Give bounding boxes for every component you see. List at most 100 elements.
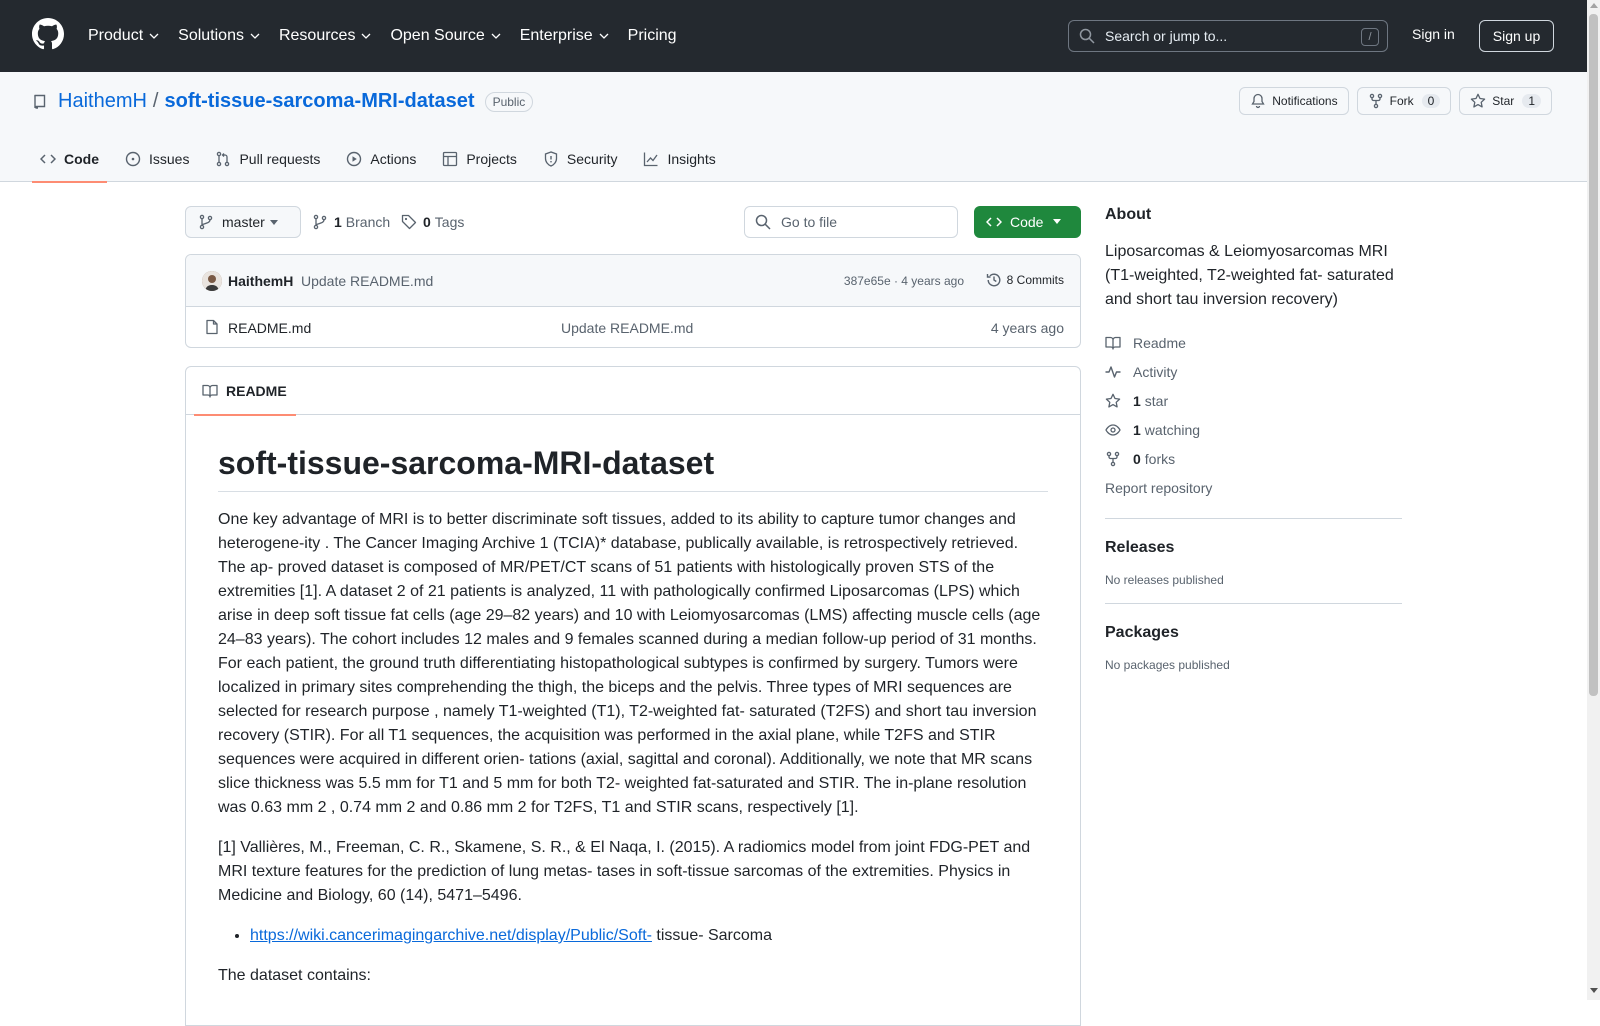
- stars-link[interactable]: 1 star: [1105, 386, 1402, 415]
- tab-label: Code: [64, 151, 99, 167]
- file-commit-message-link[interactable]: Update README.md: [561, 320, 693, 336]
- readme-link-list: https://wiki.cancerimagingarchive.net/di…: [250, 924, 1048, 948]
- tag-count: 0: [423, 214, 431, 230]
- forks-link[interactable]: 0 forks: [1105, 444, 1402, 473]
- search-icon: [1079, 28, 1095, 44]
- tags-link[interactable]: 0 Tags: [401, 214, 464, 230]
- tab-security[interactable]: Security: [535, 136, 626, 182]
- branches-link[interactable]: 1 Branch: [312, 214, 390, 230]
- chevron-down-icon: [361, 33, 371, 39]
- fork-icon: [1106, 451, 1120, 466]
- forks-count: 0: [1133, 450, 1141, 467]
- fork-icon: [1369, 93, 1382, 109]
- search-icon: [755, 214, 771, 230]
- repo-name-link[interactable]: soft-tissue-sarcoma-MRI-dataset: [164, 90, 474, 113]
- notifications-label: Notifications: [1272, 94, 1338, 108]
- repo-path-separator: /: [152, 90, 159, 112]
- readme-link-label: Readme: [1133, 334, 1186, 351]
- watching-count: 1: [1133, 421, 1141, 438]
- commits-history-link[interactable]: 8 Commits: [986, 272, 1064, 288]
- link-suffix: tissue- Sarcoma: [651, 927, 773, 944]
- file-list: HaithemH Update README.md 387e65e · 4 ye…: [185, 254, 1081, 348]
- global-header: Product Solutions Resources Open Source …: [0, 0, 1587, 72]
- code-button-label: Code: [1010, 214, 1044, 230]
- star-button[interactable]: Star 1: [1459, 87, 1552, 115]
- notifications-button[interactable]: Notifications: [1239, 87, 1349, 115]
- shield-icon: [544, 151, 558, 167]
- readme-body: soft-tissue-sarcoma-MRI-dataset One key …: [186, 415, 1080, 988]
- pull-request-icon: [217, 151, 230, 167]
- tab-projects[interactable]: Projects: [434, 136, 525, 182]
- branch-name: master: [222, 214, 265, 230]
- readme-panel: README soft-tissue-sarcoma-MRI-dataset O…: [185, 366, 1081, 1026]
- tab-code[interactable]: Code: [32, 136, 107, 183]
- search-shortcut-key: /: [1361, 28, 1379, 46]
- chevron-down-icon: [149, 33, 159, 39]
- table-row: README.md Update README.md 4 years ago: [186, 307, 1080, 348]
- scroll-up-arrow-icon[interactable]: [1590, 3, 1598, 8]
- pulse-icon: [1105, 365, 1121, 378]
- readme-paragraph: One key advantage of MRI is to better di…: [218, 511, 1041, 816]
- tab-insights[interactable]: Insights: [635, 136, 723, 182]
- nav-label: Open Source: [390, 27, 485, 44]
- tab-issues[interactable]: Issues: [117, 136, 197, 182]
- readme-tabbar: README: [186, 367, 1080, 416]
- search-placeholder: Search or jump to...: [1105, 28, 1228, 44]
- star-icon: [1105, 393, 1121, 408]
- nav-solutions[interactable]: Solutions: [178, 27, 260, 45]
- top-nav: Product Solutions Resources Open Source …: [88, 0, 696, 72]
- nav-label: Pricing: [627, 27, 677, 44]
- nav-enterprise[interactable]: Enterprise: [520, 27, 609, 45]
- repo-owner-link[interactable]: HaithemH: [58, 90, 147, 113]
- activity-link[interactable]: Activity: [1105, 357, 1402, 386]
- avatar[interactable]: [202, 271, 222, 291]
- nav-label: Resources: [278, 27, 356, 44]
- code-dropdown-button[interactable]: Code: [974, 206, 1081, 238]
- nav-product[interactable]: Product: [88, 27, 159, 45]
- tag-label: Tags: [434, 214, 465, 230]
- chevron-down-icon: [491, 33, 501, 39]
- forks-label: forks: [1144, 450, 1176, 467]
- sign-in-link[interactable]: Sign in: [1412, 26, 1455, 42]
- nav-pricing[interactable]: Pricing: [628, 27, 677, 45]
- commit-message-link[interactable]: Update README.md: [301, 273, 433, 289]
- nav-open-source[interactable]: Open Source: [390, 27, 501, 45]
- code-icon: [986, 217, 1002, 227]
- commit-author-link[interactable]: HaithemH: [228, 273, 293, 289]
- commits-count: 8 Commits: [1006, 273, 1064, 287]
- readme-tab[interactable]: README: [194, 367, 296, 416]
- branch-icon: [313, 214, 327, 230]
- divider: [1105, 603, 1402, 604]
- packages-heading[interactable]: Packages: [1105, 624, 1402, 642]
- readme-link[interactable]: Readme: [1105, 328, 1402, 357]
- report-repository-link[interactable]: Report repository: [1105, 473, 1402, 502]
- fork-button[interactable]: Fork 0: [1356, 87, 1452, 115]
- branch-selector-button[interactable]: master: [185, 206, 301, 238]
- sign-up-button[interactable]: Sign up: [1479, 20, 1554, 52]
- global-search-input[interactable]: Search or jump to... /: [1068, 20, 1388, 52]
- readme-tab-label: README: [226, 383, 287, 399]
- watchers-link[interactable]: 1 watching: [1105, 415, 1402, 444]
- file-name-link[interactable]: README.md: [228, 320, 311, 336]
- github-logo-icon[interactable]: [32, 18, 64, 50]
- book-icon: [1105, 336, 1121, 350]
- tcia-link[interactable]: https://wiki.cancerimagingarchive.net/di…: [250, 927, 652, 944]
- nav-resources[interactable]: Resources: [279, 27, 371, 45]
- file-toolbar: master 1 Branch 0 Tags Go to file Code: [185, 206, 1081, 238]
- watching-label: watching: [1144, 421, 1201, 438]
- list-item: https://wiki.cancerimagingarchive.net/di…: [250, 924, 1048, 948]
- chevron-down-icon: [599, 33, 609, 39]
- commit-meta[interactable]: 387e65e · 4 years ago: [844, 274, 964, 288]
- history-icon: [986, 273, 1001, 287]
- releases-heading[interactable]: Releases: [1105, 539, 1402, 557]
- file-date: 4 years ago: [990, 320, 1064, 336]
- tab-pull-requests[interactable]: Pull requests: [207, 136, 328, 182]
- page-scrollbar[interactable]: [1587, 0, 1600, 1000]
- tab-actions[interactable]: Actions: [338, 136, 424, 182]
- latest-commit-row: HaithemH Update README.md 387e65e · 4 ye…: [186, 255, 1080, 307]
- scrollbar-thumb[interactable]: [1589, 14, 1598, 696]
- go-to-file-input[interactable]: Go to file: [744, 206, 958, 238]
- graph-icon: [644, 152, 659, 167]
- scroll-down-arrow-icon[interactable]: [1590, 988, 1598, 993]
- go-to-file-placeholder: Go to file: [781, 214, 838, 230]
